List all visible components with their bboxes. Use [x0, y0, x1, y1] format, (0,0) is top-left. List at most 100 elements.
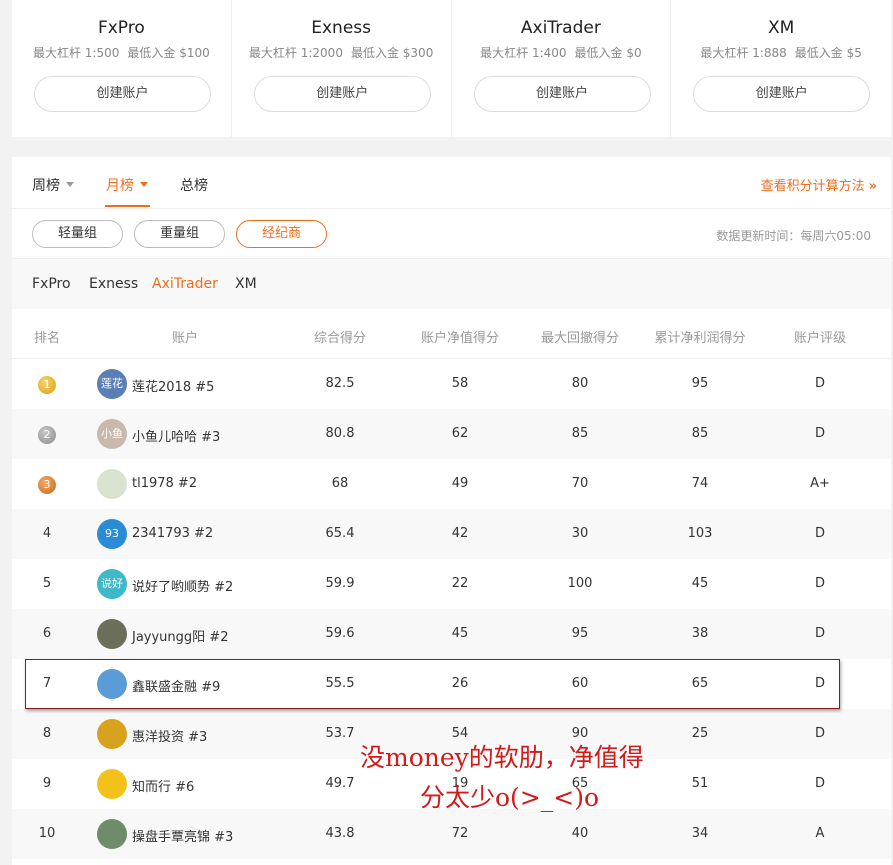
filter-xm[interactable]: XM — [235, 276, 257, 292]
nav-score: 72 — [451, 826, 469, 841]
avatar[interactable] — [97, 719, 127, 749]
update-time: 数据更新时间：每周六05:00 — [716, 229, 871, 243]
total-score: 49.7 — [325, 776, 355, 791]
account-grade: D — [814, 776, 825, 791]
total-score: 59.9 — [325, 576, 355, 591]
account-grade: D — [814, 626, 825, 641]
table-row[interactable]: 2 小鱼 小鱼儿哈哈 #3 80.8 62 85 85 D — [12, 409, 891, 459]
rank-number: 4 — [42, 526, 52, 541]
rank-number: 8 — [42, 726, 52, 741]
ranking-panel: 周榜 月榜 总榜 查看积分计算方法» 轻量组 重量组 经纪商 数据更新时间：每周… — [12, 157, 891, 865]
account-grade: D — [814, 676, 825, 691]
avatar[interactable] — [97, 469, 127, 499]
table-row[interactable]: 3 tl1978 #2 68 49 70 74 A+ — [12, 459, 891, 509]
total-score: 80.8 — [325, 426, 355, 441]
broker-min-deposit: 最低入金 $5 — [794, 46, 862, 60]
table-row[interactable]: 8 惠洋投资 #3 53.7 54 90 25 D — [12, 709, 891, 759]
group-heavy-button[interactable]: 重量组 — [134, 220, 225, 248]
avatar[interactable]: 莲花 — [97, 369, 127, 399]
account-name[interactable]: 莲花2018 #5 — [132, 376, 214, 395]
broker-card-exness: Exness 最大杠杆 1:2000 最低入金 $300 创建账户 — [232, 0, 452, 137]
table-row[interactable]: 4 93 2341793 #2 65.4 42 30 103 D — [12, 509, 891, 559]
account-name[interactable]: 知而行 #6 — [132, 776, 194, 795]
account-name[interactable]: 鑫联盛金融 #9 — [132, 676, 220, 695]
nav-score: 54 — [451, 726, 469, 741]
filter-axitrader[interactable]: AxiTrader — [152, 276, 218, 292]
group-filter: 轻量组 重量组 经纪商 数据更新时间：每周六05:00 — [12, 209, 891, 259]
broker-meta: 最大杠杆 1:888 最低入金 $5 — [671, 44, 891, 61]
create-account-button[interactable]: 创建账户 — [34, 76, 211, 112]
header-drawdown: 最大回撤得分 — [540, 331, 619, 346]
account-grade: D — [814, 376, 825, 391]
group-light-button[interactable]: 轻量组 — [32, 220, 123, 248]
account-grade: D — [814, 526, 825, 541]
pnl-score: 74 — [691, 476, 709, 491]
group-broker-button[interactable]: 经纪商 — [236, 220, 327, 248]
account-name[interactable]: 小鱼儿哈哈 #3 — [132, 426, 220, 445]
filter-fxpro[interactable]: FxPro — [32, 276, 71, 292]
tab-overall[interactable]: 总榜 — [180, 175, 208, 195]
avatar[interactable] — [97, 819, 127, 849]
broker-name: AxiTrader — [520, 18, 601, 38]
drawdown-score: 60 — [571, 676, 589, 691]
broker-card-xm: XM 最大杠杆 1:888 最低入金 $5 创建账户 — [671, 0, 891, 137]
account-name[interactable]: 说好了哟顺势 #2 — [132, 576, 233, 595]
create-account-button[interactable]: 创建账户 — [693, 76, 871, 112]
tab-weekly[interactable]: 周榜 — [32, 175, 74, 195]
account-name[interactable]: tl1978 #2 — [132, 476, 197, 491]
broker-name: Exness — [311, 18, 371, 38]
table-row[interactable]: 7 鑫联盛金融 #9 55.5 26 60 65 D — [12, 659, 891, 709]
total-score: 59.6 — [325, 626, 355, 641]
account-grade: A+ — [810, 476, 830, 491]
account-name[interactable]: 惠洋投资 #3 — [132, 726, 207, 745]
avatar[interactable]: 说好 — [97, 569, 127, 599]
rank-number: 6 — [42, 626, 52, 641]
table-row[interactable]: 9 知而行 #6 49.7 19 65 51 D — [12, 759, 891, 809]
drawdown-score: 85 — [571, 426, 589, 441]
table-row[interactable]: 10 操盘手覃亮锦 #3 43.8 72 40 34 A — [12, 809, 891, 859]
account-grade: D — [814, 426, 825, 441]
pnl-score: 103 — [687, 526, 713, 541]
create-account-button[interactable]: 创建账户 — [473, 76, 651, 112]
broker-meta: 最大杠杆 1:2000 最低入金 $300 — [232, 44, 451, 61]
account-name[interactable]: Jayyungg阳 #2 — [132, 626, 228, 645]
header-pnl: 累计净利润得分 — [654, 331, 746, 346]
pnl-score: 85 — [691, 426, 709, 441]
tab-monthly[interactable]: 月榜 — [106, 175, 148, 195]
account-name[interactable]: 操盘手覃亮锦 #3 — [132, 826, 233, 845]
table-row[interactable]: 6 Jayyungg阳 #2 59.6 45 95 38 D — [12, 609, 891, 659]
nav-score: 49 — [451, 476, 469, 491]
chevron-down-icon — [66, 181, 74, 187]
avatar[interactable] — [97, 669, 127, 699]
account-name[interactable]: 2341793 #2 — [132, 526, 213, 541]
total-score: 55.5 — [325, 676, 355, 691]
header-grade: 账户评级 — [793, 331, 846, 346]
filter-exness[interactable]: Exness — [89, 276, 138, 292]
ranking-table-body: 1 莲花 莲花2018 #5 82.5 58 80 95 D 2 小鱼 小鱼儿哈哈 #3 80.8 62… — [12, 359, 891, 859]
avatar[interactable] — [97, 769, 127, 799]
broker-leverage: 最大杠杆 1:888 — [700, 46, 787, 60]
drawdown-score: 30 — [571, 526, 589, 541]
broker-leverage: 最大杠杆 1:400 — [480, 46, 567, 60]
pnl-score: 45 — [691, 576, 709, 591]
drawdown-score: 80 — [571, 376, 589, 391]
pnl-score: 51 — [691, 776, 709, 791]
drawdown-score: 90 — [571, 726, 589, 741]
header-nav: 账户净值得分 — [420, 331, 499, 346]
total-score: 65.4 — [325, 526, 355, 541]
broker-name: FxPro — [97, 18, 145, 38]
avatar[interactable]: 93 — [97, 519, 127, 549]
create-account-button[interactable]: 创建账户 — [253, 76, 431, 112]
rank-number: 5 — [42, 576, 52, 591]
avatar[interactable]: 小鱼 — [97, 419, 127, 449]
rank-number: 10 — [38, 826, 56, 841]
avatar[interactable] — [97, 619, 127, 649]
nav-score: 42 — [451, 526, 469, 541]
table-row[interactable]: 5 说好 说好了哟顺势 #2 59.9 22 100 45 D — [12, 559, 891, 609]
pnl-score: 65 — [691, 676, 709, 691]
score-method-link[interactable]: 查看积分计算方法» — [761, 175, 877, 194]
table-row[interactable]: 1 莲花 莲花2018 #5 82.5 58 80 95 D — [12, 359, 891, 409]
pnl-score: 34 — [691, 826, 709, 841]
account-grade: D — [814, 576, 825, 591]
nav-score: 62 — [451, 426, 469, 441]
